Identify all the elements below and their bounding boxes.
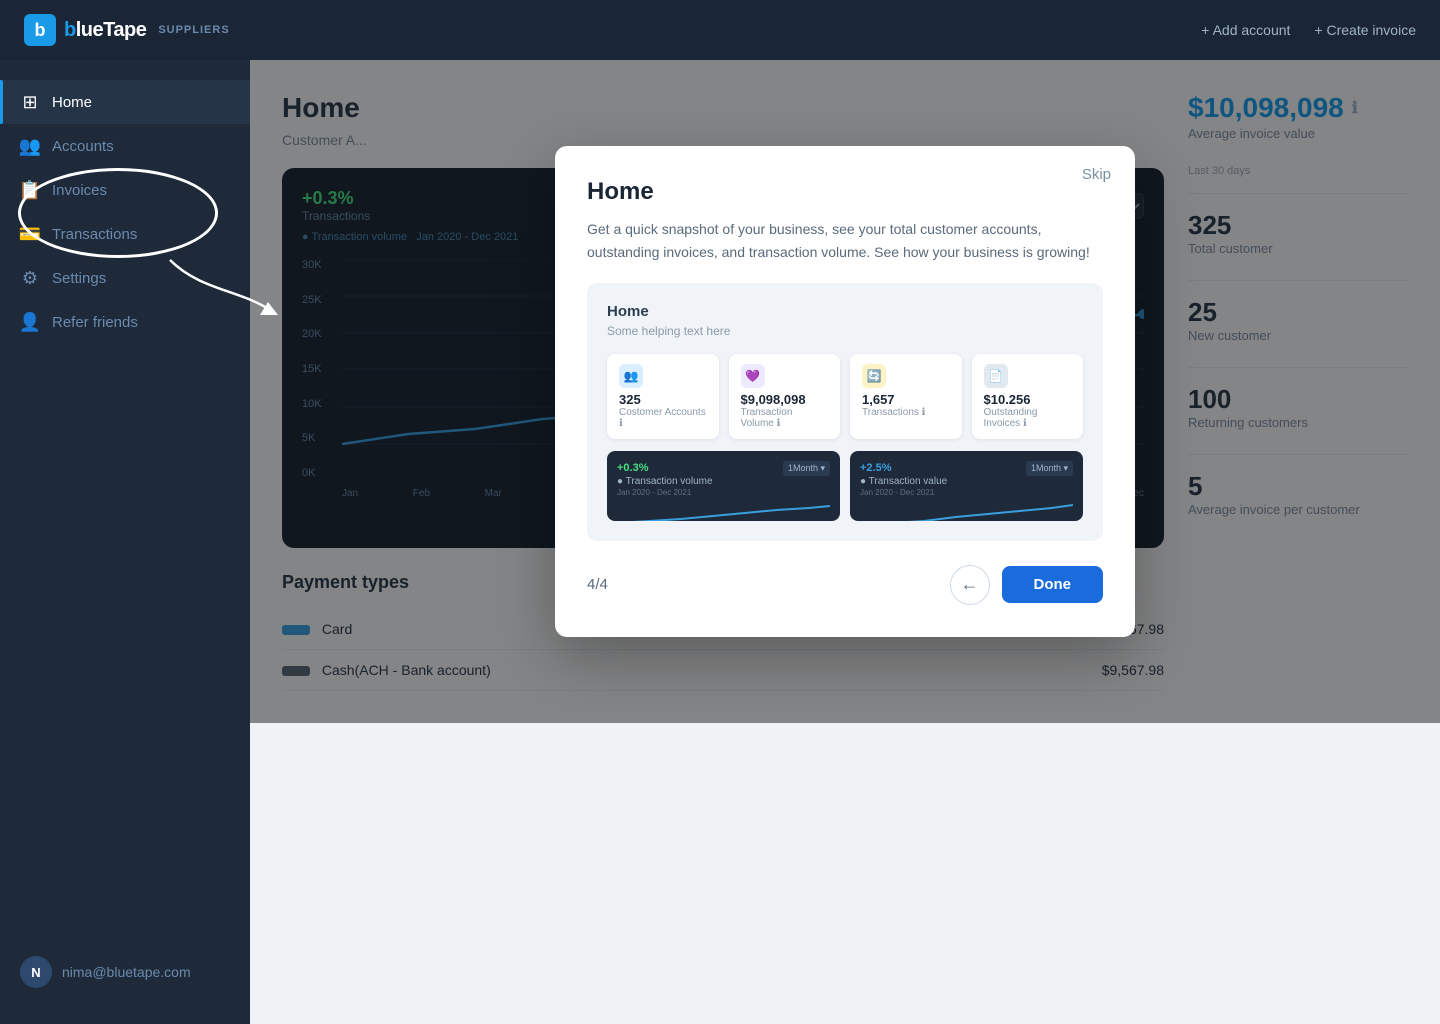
preview-charts-row: +0.3% 1Month ▾ ● Transaction volume Jan … — [607, 451, 1083, 521]
user-profile: N nima@bluetape.com — [0, 940, 250, 1004]
sidebar-item-settings-label: Settings — [52, 270, 106, 287]
sidebar-item-transactions-label: Transactions — [52, 226, 137, 243]
logo-sub: SUPPLIERS — [158, 24, 229, 36]
preview-transactions-icon: 🔄 — [862, 364, 886, 388]
logo-icon: b — [24, 14, 56, 46]
accounts-icon: 👥 — [20, 136, 40, 156]
modal-preview: Home Some helping text here 👥 325 Costom… — [587, 283, 1103, 541]
sidebar-item-invoices-label: Invoices — [52, 182, 107, 199]
nav-actions: + Add account + Create invoice — [1201, 22, 1416, 38]
sidebar: ⊞ Home 👥 Accounts 📋 Invoices 💳 Transacti… — [0, 60, 250, 1024]
pagination-text: 4/4 — [587, 576, 608, 593]
highlight-arrow — [250, 250, 280, 330]
topnav: b blueTape SUPPLIERS + Add account + Cre… — [0, 0, 1440, 60]
avatar: N — [20, 956, 52, 988]
modal-done-button[interactable]: Done — [1002, 566, 1104, 603]
sidebar-item-settings[interactable]: ⚙ Settings — [0, 256, 250, 300]
preview-chart-right-value: +2.5% — [860, 462, 892, 474]
main-content: Home Customer A... +0.3% Transactions 1M… — [250, 60, 1440, 1024]
home-icon: ⊞ — [20, 92, 40, 112]
preview-title: Home — [607, 303, 1083, 320]
modal-description: Get a quick snapshot of your business, s… — [587, 218, 1103, 263]
refer-icon: 👤 — [20, 312, 40, 332]
preview-accounts-icon: 👥 — [619, 364, 643, 388]
modal-actions: ← Done — [950, 565, 1104, 605]
preview-chart-right-period: 1Month ▾ — [1026, 461, 1073, 476]
preview-chart-right-svg — [860, 501, 1073, 521]
preview-card-transactions: 🔄 1,657 Transactions ℹ — [850, 354, 962, 439]
sidebar-item-accounts-label: Accounts — [52, 138, 114, 155]
preview-invoices-icon: 📄 — [984, 364, 1008, 388]
user-email: nima@bluetape.com — [62, 964, 191, 980]
preview-card-accounts: 👥 325 Costomer Accounts ℹ — [607, 354, 719, 439]
modal-skip-button[interactable]: Skip — [1082, 166, 1111, 183]
preview-card-volume: 💜 $9,098,098 Transaction Volume ℹ — [729, 354, 841, 439]
modal-overlay: Home Skip Get a quick snapshot of your b… — [250, 60, 1440, 723]
preview-subtitle: Some helping text here — [607, 324, 1083, 338]
settings-icon: ⚙ — [20, 268, 40, 288]
sidebar-item-home-label: Home — [52, 94, 92, 111]
modal-title: Home — [587, 178, 1103, 206]
preview-volume-icon: 💜 — [741, 364, 765, 388]
logo: b blueTape SUPPLIERS — [24, 14, 230, 46]
sidebar-item-refer[interactable]: 👤 Refer friends — [0, 300, 250, 344]
create-invoice-button[interactable]: + Create invoice — [1314, 22, 1416, 38]
transactions-icon: 💳 — [20, 224, 40, 244]
add-account-button[interactable]: + Add account — [1201, 22, 1290, 38]
preview-chart-right: +2.5% 1Month ▾ ● Transaction value Jan 2… — [850, 451, 1083, 521]
preview-chart-left-label: ● Transaction volume — [617, 476, 830, 487]
modal: Home Skip Get a quick snapshot of your b… — [555, 146, 1135, 637]
sidebar-item-accounts[interactable]: 👥 Accounts — [0, 124, 250, 168]
modal-back-button[interactable]: ← — [950, 565, 990, 605]
logo-text: blueTape — [64, 19, 146, 42]
preview-chart-left-value: +0.3% — [617, 462, 649, 474]
modal-footer: 4/4 ← Done — [587, 565, 1103, 605]
sidebar-item-invoices[interactable]: 📋 Invoices — [0, 168, 250, 212]
preview-card-invoices: 📄 $10.256 Outstanding Invoices ℹ — [972, 354, 1084, 439]
sidebar-item-refer-label: Refer friends — [52, 314, 138, 331]
preview-chart-left-period: 1Month ▾ — [783, 461, 830, 476]
preview-chart-left-svg — [617, 501, 830, 521]
sidebar-item-home[interactable]: ⊞ Home — [0, 80, 250, 124]
preview-chart-right-label: ● Transaction value — [860, 476, 1073, 487]
app-layout: ⊞ Home 👥 Accounts 📋 Invoices 💳 Transacti… — [0, 60, 1440, 1024]
preview-chart-left: +0.3% 1Month ▾ ● Transaction volume Jan … — [607, 451, 840, 521]
invoices-icon: 📋 — [20, 180, 40, 200]
preview-cards-row: 👥 325 Costomer Accounts ℹ 💜 $9,098,098 T… — [607, 354, 1083, 439]
sidebar-item-transactions[interactable]: 💳 Transactions — [0, 212, 250, 256]
